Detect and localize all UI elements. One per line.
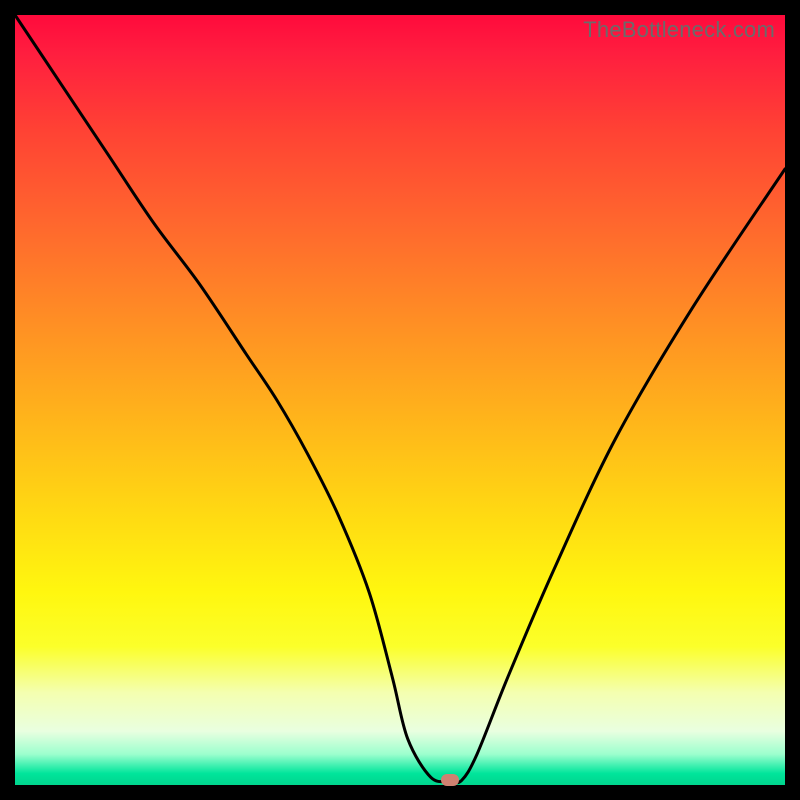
chart-frame: TheBottleneck.com	[0, 0, 800, 800]
plot-area: TheBottleneck.com	[15, 15, 785, 785]
optimal-point-marker	[441, 774, 459, 786]
bottleneck-curve	[15, 15, 785, 785]
curve-path	[15, 15, 785, 783]
